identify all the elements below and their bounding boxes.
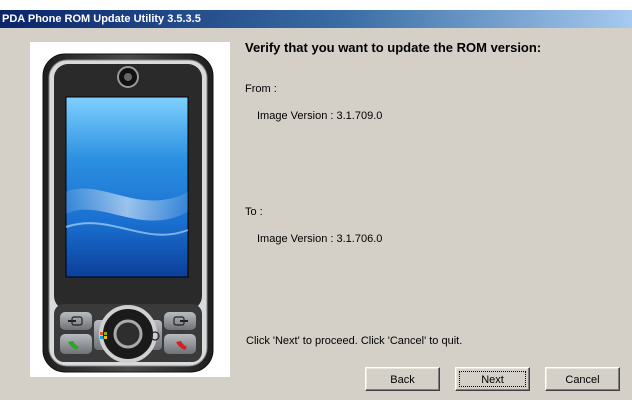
from-version: Image Version : 3.1.709.0 [257, 110, 383, 122]
cancel-button[interactable]: Cancel [545, 367, 620, 391]
instruction-text: Click 'Next' to proceed. Click 'Cancel' … [246, 335, 463, 347]
next-button[interactable]: Next [455, 367, 530, 391]
device-image-panel [30, 42, 230, 377]
page-heading: Verify that you want to update the ROM v… [245, 40, 542, 55]
rom-update-window: PDA Phone ROM Update Utility 3.5.3.5 Ver… [0, 10, 632, 400]
window-title: PDA Phone ROM Update Utility 3.5.3.5 [2, 13, 201, 25]
dpad-icon [99, 305, 157, 363]
title-bar: PDA Phone ROM Update Utility 3.5.3.5 [0, 10, 632, 28]
to-version: Image Version : 3.1.706.0 [257, 233, 383, 245]
from-label: From : [245, 83, 277, 95]
pda-phone-illustration [42, 53, 214, 373]
back-button[interactable]: Back [365, 367, 440, 391]
to-label: To : [245, 206, 263, 218]
